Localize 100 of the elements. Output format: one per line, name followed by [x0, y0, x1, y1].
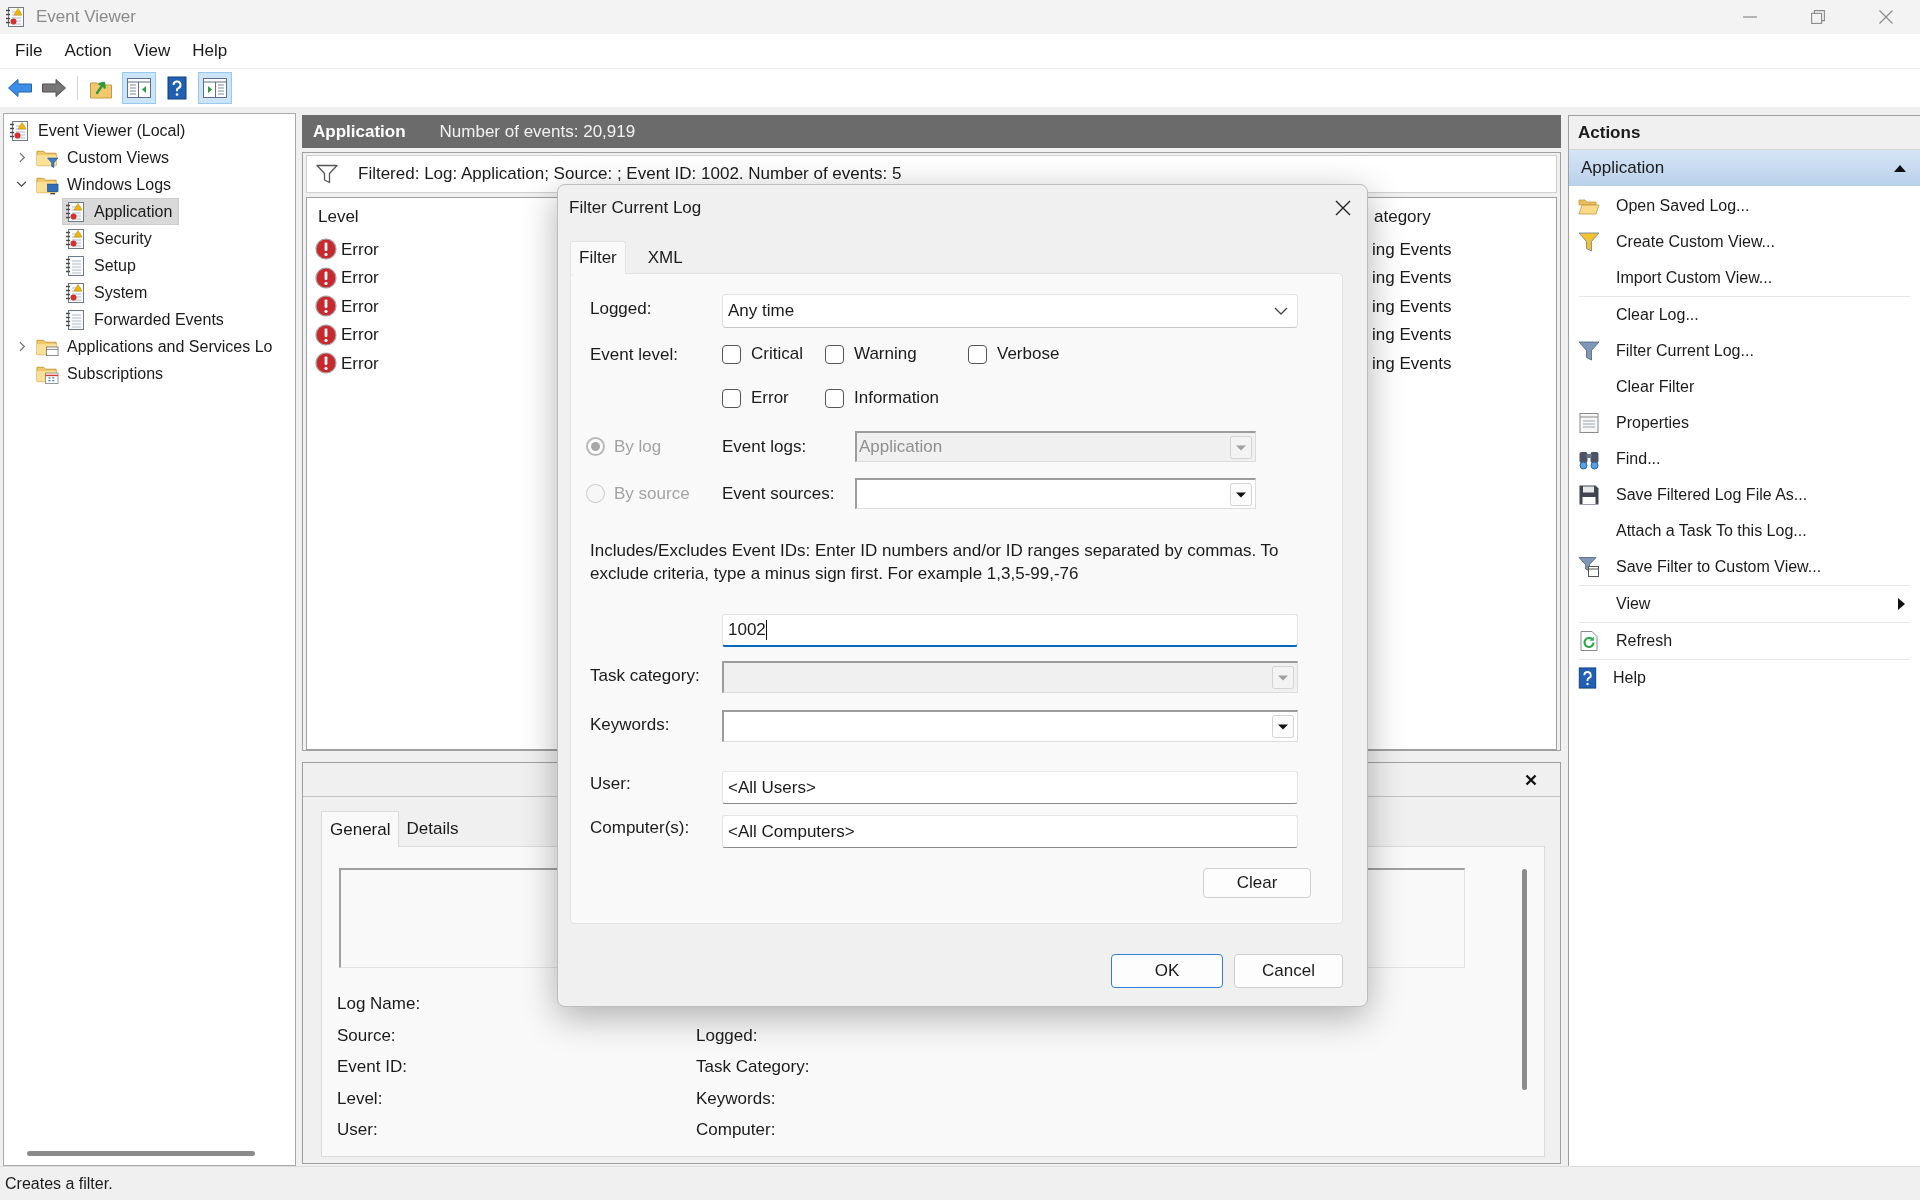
filter-summary: Filtered: Log: Application; Source: ; Event ID: 1002. Number of events: 5: [358, 163, 902, 186]
tree-item[interactable]: Subscriptions: [34, 360, 171, 387]
caret-down-icon: [1230, 482, 1252, 506]
checkbox-label[interactable]: Warning: [854, 341, 917, 367]
menu-item[interactable]: File: [4, 36, 54, 66]
event-count: Number of events: 20,919: [439, 120, 636, 143]
tab[interactable]: XML: [629, 242, 701, 273]
scrollbar-thumb[interactable]: [27, 1151, 255, 1156]
command-link[interactable]: Attach a Task To this Log...: [1569, 513, 1920, 549]
level-text: Error: [341, 267, 379, 289]
checkbox[interactable]: [825, 388, 844, 408]
chevron-right-icon[interactable]: [19, 152, 26, 163]
field-label: Task Category:: [696, 1056, 810, 1078]
checkbox-label[interactable]: Verbose: [997, 341, 1060, 367]
checkbox-label[interactable]: Information: [854, 385, 940, 411]
tab[interactable]: Details: [399, 812, 466, 846]
triangle-right-icon: [1898, 598, 1905, 610]
restore-icon[interactable]: [1811, 10, 1825, 24]
triangle-up-icon: [1894, 164, 1906, 172]
table-cell-text: ing Events: [1372, 324, 1453, 346]
command-link[interactable]: Open Saved Log...: [1569, 188, 1920, 224]
field-label: Event ID:: [337, 1056, 407, 1078]
command-link[interactable]: Import Custom View...: [1569, 260, 1920, 296]
command-link[interactable]: Filter Current Log...: [1569, 333, 1920, 369]
chevron-down-icon: [1274, 307, 1288, 315]
section-header[interactable]: Application: [1569, 150, 1920, 186]
command-link[interactable]: Save Filtered Log File As...: [1569, 477, 1920, 513]
input-field[interactable]: <All Computers>: [722, 815, 1298, 848]
clear-button[interactable]: Clear: [1203, 868, 1311, 898]
level-text: Error: [341, 324, 379, 346]
error-icon: [315, 238, 337, 261]
field-label: Event level:: [590, 344, 679, 366]
checkbox-label[interactable]: Critical: [751, 341, 803, 367]
dialog-button[interactable]: Cancel: [1234, 954, 1343, 988]
tree-item[interactable]: Application: [62, 198, 180, 225]
toolbar-button[interactable]: [198, 72, 232, 104]
tab[interactable]: Filter: [570, 241, 626, 274]
close-icon[interactable]: [1335, 199, 1351, 216]
close-icon[interactable]: [1525, 773, 1537, 786]
menu-item[interactable]: View: [122, 36, 182, 66]
pane-left-icon: [126, 77, 152, 99]
input-field[interactable]: 1002: [722, 614, 1298, 647]
scrollbar-thumb[interactable]: [1522, 869, 1527, 1090]
tab[interactable]: General: [321, 811, 400, 847]
field-label: User:: [590, 773, 632, 795]
level-text: Error: [341, 238, 379, 261]
chevron-down-icon[interactable]: [16, 181, 27, 188]
field-label: Event logs:: [722, 435, 808, 458]
dialog-button[interactable]: OK: [1111, 954, 1223, 988]
menu-item[interactable]: Action: [53, 36, 123, 66]
tree-item[interactable]: Forwarded Events: [62, 306, 231, 333]
command-link[interactable]: Create Custom View...: [1569, 224, 1920, 260]
input-field[interactable]: <All Users>: [722, 771, 1298, 804]
help-icon: [167, 76, 187, 100]
document-list-icon: [1578, 412, 1600, 434]
funnel-icon: [1578, 340, 1600, 362]
pane-right-icon: [202, 77, 228, 99]
tree-item[interactable]: Custom Views: [34, 144, 176, 171]
checkbox[interactable]: [968, 344, 987, 364]
toolbar-button[interactable]: [122, 72, 156, 104]
caret-down-icon: [1272, 666, 1294, 689]
dropdown[interactable]: Any time: [722, 294, 1298, 328]
column-header[interactable]: ategory: [1372, 203, 1556, 230]
field-label: Logged:: [590, 298, 653, 320]
instruction-text: Includes/Excludes Event IDs: Enter ID numbers and/or ID ranges separated by commas. To exclude criteria, type a minus sign first. For example 1,3,5-99,-76: [590, 540, 1280, 585]
error-icon: [315, 352, 337, 375]
dialog-title: Filter Current Log: [569, 196, 702, 219]
help-icon: [1578, 667, 1597, 689]
command-link[interactable]: Clear Log...: [1569, 297, 1920, 333]
tree-item[interactable]: Setup: [62, 252, 143, 279]
command-link[interactable]: Help: [1569, 660, 1920, 696]
checkbox-label[interactable]: Error: [751, 385, 789, 411]
tree-item[interactable]: Security: [62, 225, 159, 252]
command-link[interactable]: View: [1569, 586, 1920, 622]
chevron-right-icon[interactable]: [19, 341, 26, 352]
checkbox[interactable]: [722, 344, 741, 364]
menu-item[interactable]: Help: [181, 36, 239, 66]
status-text: Creates a filter.: [5, 1173, 113, 1194]
error-icon: [315, 295, 337, 318]
command-link[interactable]: Save Filter to Custom View...: [1569, 549, 1920, 585]
tree-item[interactable]: System: [62, 279, 155, 306]
tree-item[interactable]: Applications and Services Lo: [34, 333, 280, 360]
funnel-document-icon: [1578, 556, 1600, 578]
field-label: Keywords:: [696, 1087, 776, 1110]
command-link[interactable]: Clear Filter: [1569, 369, 1920, 405]
field-label: Task category:: [590, 665, 701, 687]
dropdown[interactable]: [722, 710, 1298, 742]
tree-item[interactable]: Windows Logs: [34, 171, 179, 198]
command-link[interactable]: Find...: [1569, 441, 1920, 477]
refresh-icon: [1578, 630, 1600, 652]
checkbox[interactable]: [825, 344, 844, 364]
field-label: Event sources:: [722, 482, 836, 505]
tree-item[interactable]: Event Viewer (Local): [6, 117, 193, 144]
log-page-icon: [64, 254, 86, 277]
table-cell-text: ing Events: [1372, 238, 1453, 261]
command-link[interactable]: Properties: [1569, 405, 1920, 441]
command-link[interactable]: Refresh: [1569, 623, 1920, 659]
event-log-icon: [4, 6, 26, 28]
checkbox[interactable]: [722, 388, 741, 408]
text-cursor-icon: [765, 620, 767, 640]
